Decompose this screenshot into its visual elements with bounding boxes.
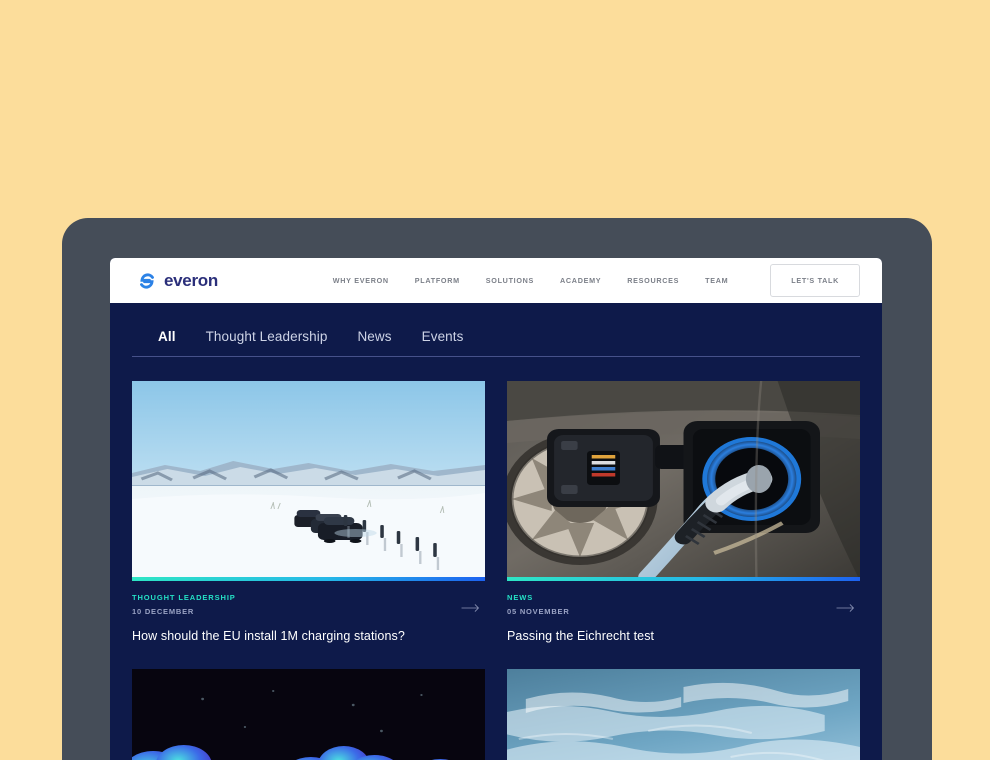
article-grid-row-1: THOUGHT LEADERSHIP 10 DECEMBER How shoul…: [110, 357, 882, 643]
article-image-cloudy-sky: [507, 669, 860, 760]
article-date: 10 DECEMBER: [132, 607, 195, 616]
nav-item-academy[interactable]: ACADEMY: [560, 276, 601, 285]
nav-item-why-everon[interactable]: WHY EVERON: [333, 276, 389, 285]
article-category: NEWS: [507, 593, 534, 602]
nav-item-platform[interactable]: PLATFORM: [415, 276, 460, 285]
article-image-microscopic-texture: [132, 669, 485, 760]
tab-thought-leadership[interactable]: Thought Leadership: [206, 329, 328, 344]
everon-logo[interactable]: everon: [136, 270, 218, 292]
article-meta: NEWS 05 NOVEMBER Passing the Eichrecht t…: [507, 581, 860, 643]
arrow-right-icon[interactable]: [461, 603, 481, 613]
nav-item-resources[interactable]: RESOURCES: [627, 276, 679, 285]
tab-all[interactable]: All: [158, 329, 176, 344]
article-card[interactable]: NEWS 05 NOVEMBER Passing the Eichrecht t…: [507, 381, 860, 643]
article-meta: THOUGHT LEADERSHIP 10 DECEMBER How shoul…: [132, 581, 485, 643]
article-category: THOUGHT LEADERSHIP: [132, 593, 236, 602]
tablet-device-frame: everon WHY EVERON PLATFORM SOLUTIONS ACA…: [62, 218, 932, 760]
article-card[interactable]: [132, 669, 485, 760]
article-card[interactable]: [507, 669, 860, 760]
article-grid-row-2: [110, 643, 882, 760]
filter-tabs: All Thought Leadership News Events: [132, 303, 860, 357]
everon-logo-icon: [136, 270, 158, 292]
tab-events[interactable]: Events: [422, 329, 464, 344]
main-nav: WHY EVERON PLATFORM SOLUTIONS ACADEMY RE…: [333, 264, 860, 297]
article-title: How should the EU install 1M charging st…: [132, 629, 405, 643]
article-image-ev-charging-port: [507, 381, 860, 581]
tab-news[interactable]: News: [357, 329, 391, 344]
article-date: 05 NOVEMBER: [507, 607, 570, 616]
article-title: Passing the Eichrecht test: [507, 629, 655, 643]
browser-screen: everon WHY EVERON PLATFORM SOLUTIONS ACA…: [110, 258, 882, 760]
site-header: everon WHY EVERON PLATFORM SOLUTIONS ACA…: [110, 258, 882, 303]
nav-item-solutions[interactable]: SOLUTIONS: [486, 276, 534, 285]
everon-logo-text: everon: [164, 270, 218, 290]
arrow-right-icon[interactable]: [836, 603, 856, 613]
article-image-snow-landscape: [132, 381, 485, 581]
nav-item-team[interactable]: TEAM: [705, 276, 728, 285]
article-card[interactable]: THOUGHT LEADERSHIP 10 DECEMBER How shoul…: [132, 381, 485, 643]
lets-talk-button[interactable]: LET'S TALK: [770, 264, 860, 297]
